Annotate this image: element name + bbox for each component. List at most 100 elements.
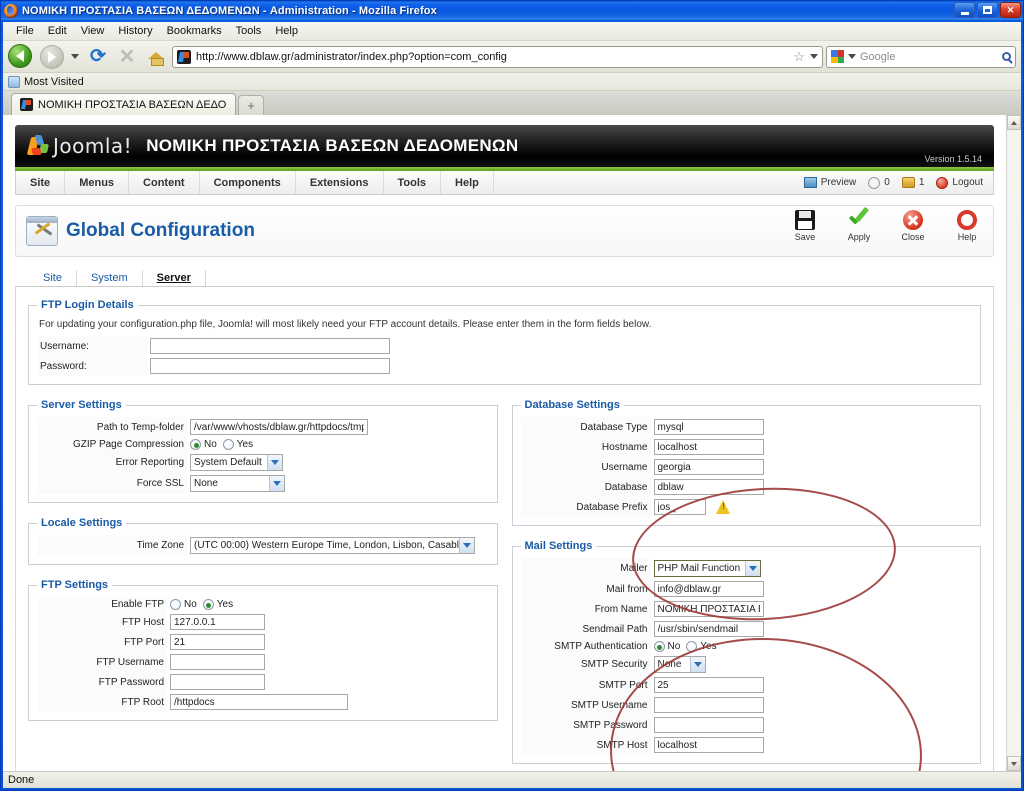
tab-system[interactable]: System (77, 270, 143, 286)
users-online-indicator[interactable]: 1 (901, 177, 925, 188)
messages-indicator[interactable]: 0 (868, 176, 890, 189)
ftp-password-label: FTP Password (37, 672, 167, 692)
minimize-button[interactable] (954, 2, 975, 18)
new-tab-button[interactable]: + (238, 95, 264, 115)
status-text: Done (8, 774, 35, 786)
menu-history[interactable]: History (111, 24, 159, 38)
logout-link[interactable]: Logout (936, 176, 983, 189)
enable-ftp-no-radio[interactable]: No (170, 599, 197, 610)
path-to-temp-folder-input[interactable] (190, 419, 368, 435)
chevron-down-icon[interactable] (269, 476, 284, 491)
gzip-no-radio[interactable]: No (190, 439, 217, 450)
tab-server[interactable]: Server (143, 270, 206, 286)
ftp-host-input[interactable] (170, 614, 265, 630)
database-name-input[interactable] (653, 479, 764, 495)
error-reporting-select[interactable]: System Default (190, 454, 283, 471)
forward-button[interactable] (39, 44, 65, 70)
bookmark-most-visited[interactable]: Most Visited (24, 76, 84, 88)
home-icon[interactable] (143, 44, 169, 70)
nav-history-dropdown-icon[interactable] (68, 44, 82, 70)
mailer-select[interactable]: PHP Mail Function (653, 560, 762, 577)
address-dropdown-icon[interactable] (810, 54, 818, 59)
admin-menu-extensions[interactable]: Extensions (296, 171, 384, 194)
save-button[interactable]: Save (785, 210, 825, 242)
admin-menu-help[interactable]: Help (441, 171, 494, 194)
enable-ftp-yes-radio[interactable]: Yes (202, 599, 233, 610)
tab-site[interactable]: Site (29, 270, 77, 286)
admin-menu-tools[interactable]: Tools (384, 171, 442, 194)
hostname-input[interactable] (653, 439, 764, 455)
close-button[interactable]: Close (893, 210, 933, 242)
admin-menu-right: Preview 0 1 Logout (803, 171, 993, 194)
sendmail-path-input[interactable] (653, 621, 764, 637)
ftp-password-label: Password: (37, 356, 147, 376)
from-name-input[interactable] (653, 601, 764, 617)
chevron-down-icon[interactable] (266, 455, 282, 470)
scrollbar-track[interactable] (1007, 130, 1021, 756)
browser-tab[interactable]: ΝΟΜΙΚΗ ΠΡΟΣΤΑΣΙΑ ΒΑΣΕΩΝ ΔΕΔΟΜ... (11, 93, 236, 115)
mail-from-input[interactable] (653, 581, 764, 597)
url-text[interactable]: http://www.dblaw.gr/administrator/index.… (196, 51, 788, 63)
admin-menu-components[interactable]: Components (200, 171, 296, 194)
search-bar[interactable]: Google (826, 45, 1016, 68)
close-window-button[interactable]: ✕ (1000, 2, 1021, 18)
database-prefix-input[interactable] (653, 499, 706, 515)
search-icon[interactable] (1002, 52, 1011, 61)
gzip-yes-radio[interactable]: Yes (222, 439, 253, 450)
maximize-button[interactable] (977, 2, 998, 18)
chevron-down-icon[interactable] (459, 538, 474, 553)
database-username-input[interactable] (653, 459, 764, 475)
table-row: Error Reporting System Default (37, 452, 489, 473)
table-row: FTP Username (37, 652, 489, 672)
search-engine-dropdown-icon[interactable] (848, 54, 856, 59)
address-bar[interactable]: http://www.dblaw.gr/administrator/index.… (172, 45, 823, 68)
chevron-down-icon[interactable] (689, 657, 705, 672)
apply-button[interactable]: Apply (839, 210, 879, 242)
menu-file[interactable]: File (9, 24, 41, 38)
preview-link[interactable]: Preview (803, 177, 856, 188)
admin-menu-menus[interactable]: Menus (65, 171, 130, 194)
ftp-login-password-input[interactable] (150, 358, 390, 374)
time-zone-select[interactable]: (UTC 00:00) Western Europe Time, London,… (190, 537, 475, 554)
users-count: 1 (918, 177, 925, 188)
admin-menu-content[interactable]: Content (129, 171, 200, 194)
chevron-down-icon[interactable] (745, 561, 761, 576)
ftp-settings-password-input[interactable] (170, 674, 265, 690)
search-input[interactable]: Google (860, 51, 998, 63)
menu-edit[interactable]: Edit (41, 24, 74, 38)
menu-view[interactable]: View (74, 24, 112, 38)
smtp-auth-no-radio[interactable]: No (653, 641, 680, 652)
page-vertical-scrollbar[interactable] (1006, 115, 1021, 771)
ftp-root-input[interactable] (170, 694, 348, 710)
smtp-security-select[interactable]: None (653, 656, 706, 673)
gzip-compression-radio-group[interactable]: No Yes (190, 439, 486, 450)
server-tab-panel: FTP Login Details For updating your conf… (15, 287, 994, 771)
admin-menu-site[interactable]: Site (16, 171, 66, 194)
ftp-login-username-input[interactable] (150, 338, 390, 354)
help-button[interactable]: Help (947, 210, 987, 242)
smtp-host-input[interactable] (653, 737, 764, 753)
smtp-auth-radio-group[interactable]: No Yes (653, 641, 970, 652)
smtp-username-input[interactable] (653, 697, 764, 713)
menu-tools[interactable]: Tools (229, 24, 269, 38)
smtp-port-input[interactable] (653, 677, 764, 693)
table-row: FTP Port (37, 632, 489, 652)
database-type-input[interactable] (653, 419, 764, 435)
scroll-up-button[interactable] (1007, 115, 1021, 130)
enable-ftp-radio-group[interactable]: No Yes (170, 599, 486, 610)
stop-icon[interactable]: ✕ (114, 44, 140, 70)
force-ssl-select[interactable]: None (190, 475, 285, 492)
ftp-settings-username-input[interactable] (170, 654, 265, 670)
from-name-label: From Name (520, 599, 651, 619)
force-ssl-label: Force SSL (37, 473, 187, 494)
reload-icon[interactable]: ⟳ (85, 44, 111, 70)
bookmark-star-icon[interactable]: ☆ (793, 49, 805, 65)
smtp-password-input[interactable] (653, 717, 764, 733)
back-button[interactable] (8, 43, 36, 70)
scroll-down-button[interactable] (1007, 756, 1021, 771)
smtp-auth-yes-radio[interactable]: Yes (686, 641, 717, 652)
menu-help[interactable]: Help (268, 24, 305, 38)
apply-icon (848, 210, 870, 230)
menu-bookmarks[interactable]: Bookmarks (160, 24, 229, 38)
ftp-port-input[interactable] (170, 634, 265, 650)
